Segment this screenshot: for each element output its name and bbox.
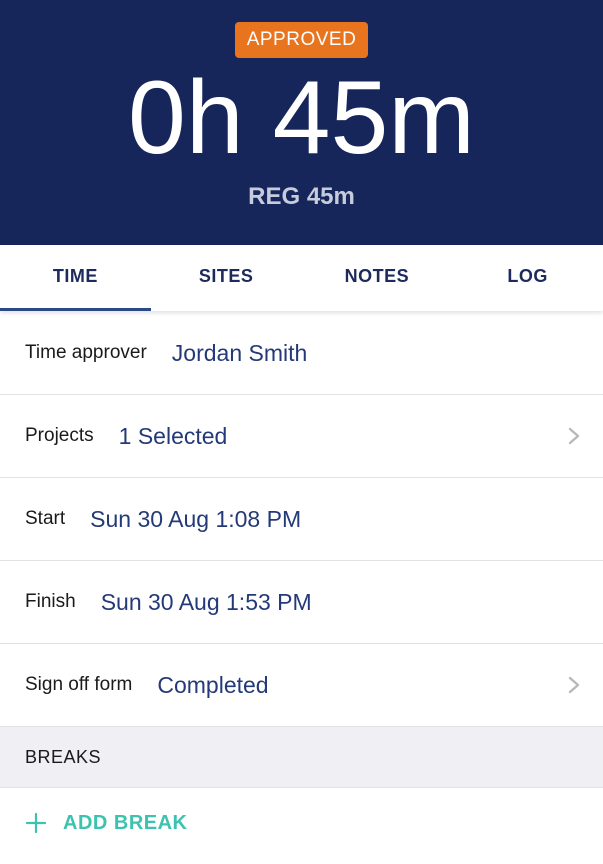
add-break-button[interactable]: ADD BREAK xyxy=(0,788,603,858)
start-value: Sun 30 Aug 1:08 PM xyxy=(90,505,302,532)
time-approver-label: Time approver xyxy=(25,342,147,363)
projects-label: Projects xyxy=(25,425,94,446)
tab-time[interactable]: TIME xyxy=(0,245,151,311)
sign-off-form-value: Completed xyxy=(157,671,269,698)
status-badge: APPROVED xyxy=(235,22,368,58)
tab-bar: TIME SITES NOTES LOG xyxy=(0,245,603,311)
total-duration: 0h 45m xyxy=(128,60,475,176)
duration-breakdown: REG 45m xyxy=(248,183,355,210)
timesheet-header: APPROVED 0h 45m REG 45m xyxy=(0,0,603,245)
finish-value: Sun 30 Aug 1:53 PM xyxy=(100,588,312,615)
finish-row[interactable]: Finish Sun 30 Aug 1:53 PM xyxy=(0,561,603,644)
tab-sites[interactable]: SITES xyxy=(151,245,302,311)
sign-off-form-row[interactable]: Sign off form Completed xyxy=(0,644,603,727)
add-break-label: ADD BREAK xyxy=(63,811,188,834)
breaks-section-header: BREAKS xyxy=(0,727,603,788)
chevron-right-icon xyxy=(568,427,580,445)
start-row[interactable]: Start Sun 30 Aug 1:08 PM xyxy=(0,478,603,561)
projects-row[interactable]: Projects 1 Selected xyxy=(0,395,603,478)
plus-icon xyxy=(25,812,47,834)
time-approver-value: Jordan Smith xyxy=(171,339,308,366)
chevron-right-icon xyxy=(568,676,580,694)
finish-label: Finish xyxy=(25,591,76,612)
start-label: Start xyxy=(25,508,66,529)
tab-log[interactable]: LOG xyxy=(452,245,603,311)
time-approver-row[interactable]: Time approver Jordan Smith xyxy=(0,312,603,395)
tab-notes[interactable]: NOTES xyxy=(302,245,453,311)
projects-value: 1 Selected xyxy=(118,422,228,449)
detail-list: Time approver Jordan Smith Projects 1 Se… xyxy=(0,312,603,858)
sign-off-form-label: Sign off form xyxy=(25,674,133,695)
